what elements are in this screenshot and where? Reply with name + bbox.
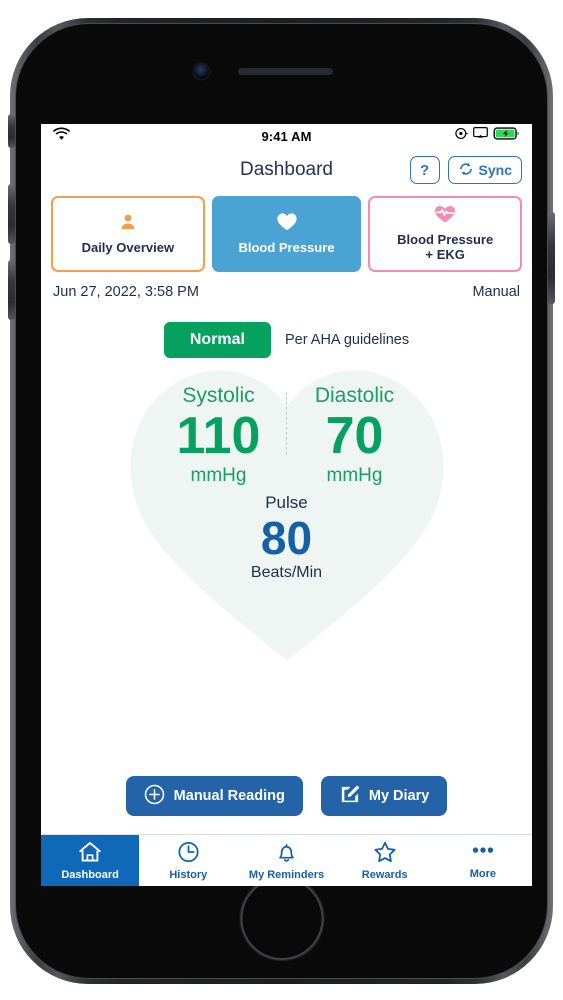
heart-icon: [276, 212, 298, 237]
bell-icon: [275, 841, 298, 868]
diastolic-label: Diastolic: [314, 384, 395, 408]
readings-panel: Systolic 110 mmHg Diastolic 70 mmHg Puls…: [41, 358, 532, 776]
my-diary-label: My Diary: [368, 788, 430, 804]
tab-daily-overview[interactable]: Daily Overview: [51, 196, 205, 273]
tab-daily-overview-label: Daily Overview: [81, 239, 175, 255]
home-icon: [78, 841, 102, 868]
systolic-unit: mmHg: [190, 465, 247, 487]
nav-item-history[interactable]: History: [139, 835, 237, 886]
systolic-value: 110: [176, 407, 261, 466]
status-bar: 9:41 AM: [41, 124, 532, 148]
reading-datetime: Jun 27, 2022, 3:58 PM: [53, 284, 199, 301]
nav-item-more-label: More: [469, 867, 497, 880]
earpiece-speaker: [238, 68, 333, 75]
tab-bp-ekg-label-line2: + EKG: [425, 246, 465, 262]
pencil-edit-icon: [339, 784, 360, 809]
manual-reading-label: Manual Reading: [173, 788, 285, 804]
home-button[interactable]: [240, 877, 323, 960]
screen-mirroring-icon: [473, 127, 488, 145]
pulse-reading: Pulse 80 Beats/Min: [251, 493, 322, 582]
pulse-unit: Beats/Min: [250, 563, 323, 581]
app-header: Dashboard ? Sync: [41, 148, 532, 192]
sync-button[interactable]: Sync: [447, 156, 522, 184]
reading-type-tabs: Daily Overview Blood Pressure Blood Pres…: [41, 192, 532, 280]
nav-item-rewards[interactable]: Rewards: [336, 835, 434, 886]
readings-content: Systolic 110 mmHg Diastolic 70 mmHg Puls…: [41, 384, 532, 582]
nav-item-rewards-label: Rewards: [361, 868, 408, 881]
phone-device-frame: 9:41 AM Dashboard ? Sync Daily Overview …: [8, 18, 555, 984]
nav-item-dashboard-label: Dashboard: [61, 868, 119, 881]
nav-item-more[interactable]: More: [434, 835, 532, 886]
status-badge: Normal: [163, 322, 271, 359]
bottom-navigation: Dashboard History My Reminders Rewards M…: [41, 834, 532, 886]
sync-button-label: Sync: [478, 162, 512, 178]
plus-circle-icon: [144, 784, 165, 809]
phone-body: 9:41 AM Dashboard ? Sync Daily Overview …: [8, 23, 555, 979]
reading-status-row: Normal Per AHA guidelines: [41, 300, 532, 359]
mute-switch[interactable]: [8, 114, 15, 148]
ellipsis-icon: [469, 842, 497, 867]
pulse-value: 80: [260, 512, 313, 565]
reading-source: Manual: [472, 284, 520, 301]
tab-bp-ekg-label-line1: Blood Pressure: [397, 232, 494, 247]
action-buttons: Manual Reading My Diary: [41, 776, 532, 834]
question-mark-icon: ?: [419, 161, 430, 179]
phone-screen: 9:41 AM Dashboard ? Sync Daily Overview …: [41, 124, 532, 886]
tab-blood-pressure-ekg-label: Blood Pressure + EKG: [397, 232, 494, 262]
diastolic-reading: Diastolic 70 mmHg: [287, 384, 422, 487]
manual-reading-button[interactable]: Manual Reading: [125, 776, 303, 816]
nav-item-my-reminders-label: My Reminders: [248, 868, 325, 881]
nav-item-dashboard[interactable]: Dashboard: [41, 835, 140, 886]
reading-meta-row: Jun 27, 2022, 3:58 PM Manual: [41, 280, 532, 300]
status-bar-indicators: [455, 127, 520, 145]
heart-ekg-icon: [433, 205, 457, 229]
tab-blood-pressure-ekg[interactable]: Blood Pressure + EKG: [368, 196, 523, 273]
tab-blood-pressure-label: Blood Pressure: [238, 239, 335, 255]
nav-item-history-label: History: [169, 868, 208, 881]
systolic-reading: Systolic 110 mmHg: [151, 384, 286, 487]
clock-icon: [177, 841, 200, 868]
sync-refresh-icon: [458, 161, 474, 180]
systolic-label: Systolic: [182, 384, 255, 408]
volume-down-button[interactable]: [8, 260, 15, 320]
front-camera: [194, 64, 209, 79]
guideline-note: Per AHA guidelines: [284, 332, 410, 349]
blood-pressure-grid: Systolic 110 mmHg Diastolic 70 mmHg: [151, 384, 422, 487]
header-actions: ? Sync: [409, 156, 522, 184]
person-icon: [118, 212, 138, 237]
battery-charging-icon: [493, 127, 520, 145]
nav-item-my-reminders[interactable]: My Reminders: [237, 835, 335, 886]
help-button[interactable]: ?: [409, 156, 440, 184]
location-icon: [455, 127, 468, 145]
power-button[interactable]: [548, 212, 555, 304]
volume-up-button[interactable]: [8, 184, 15, 244]
my-diary-button[interactable]: My Diary: [320, 776, 448, 816]
star-icon: [373, 841, 397, 868]
diastolic-value: 70: [325, 407, 384, 466]
pulse-label: Pulse: [265, 493, 308, 513]
diastolic-unit: mmHg: [326, 465, 383, 487]
tab-blood-pressure[interactable]: Blood Pressure: [211, 196, 362, 273]
